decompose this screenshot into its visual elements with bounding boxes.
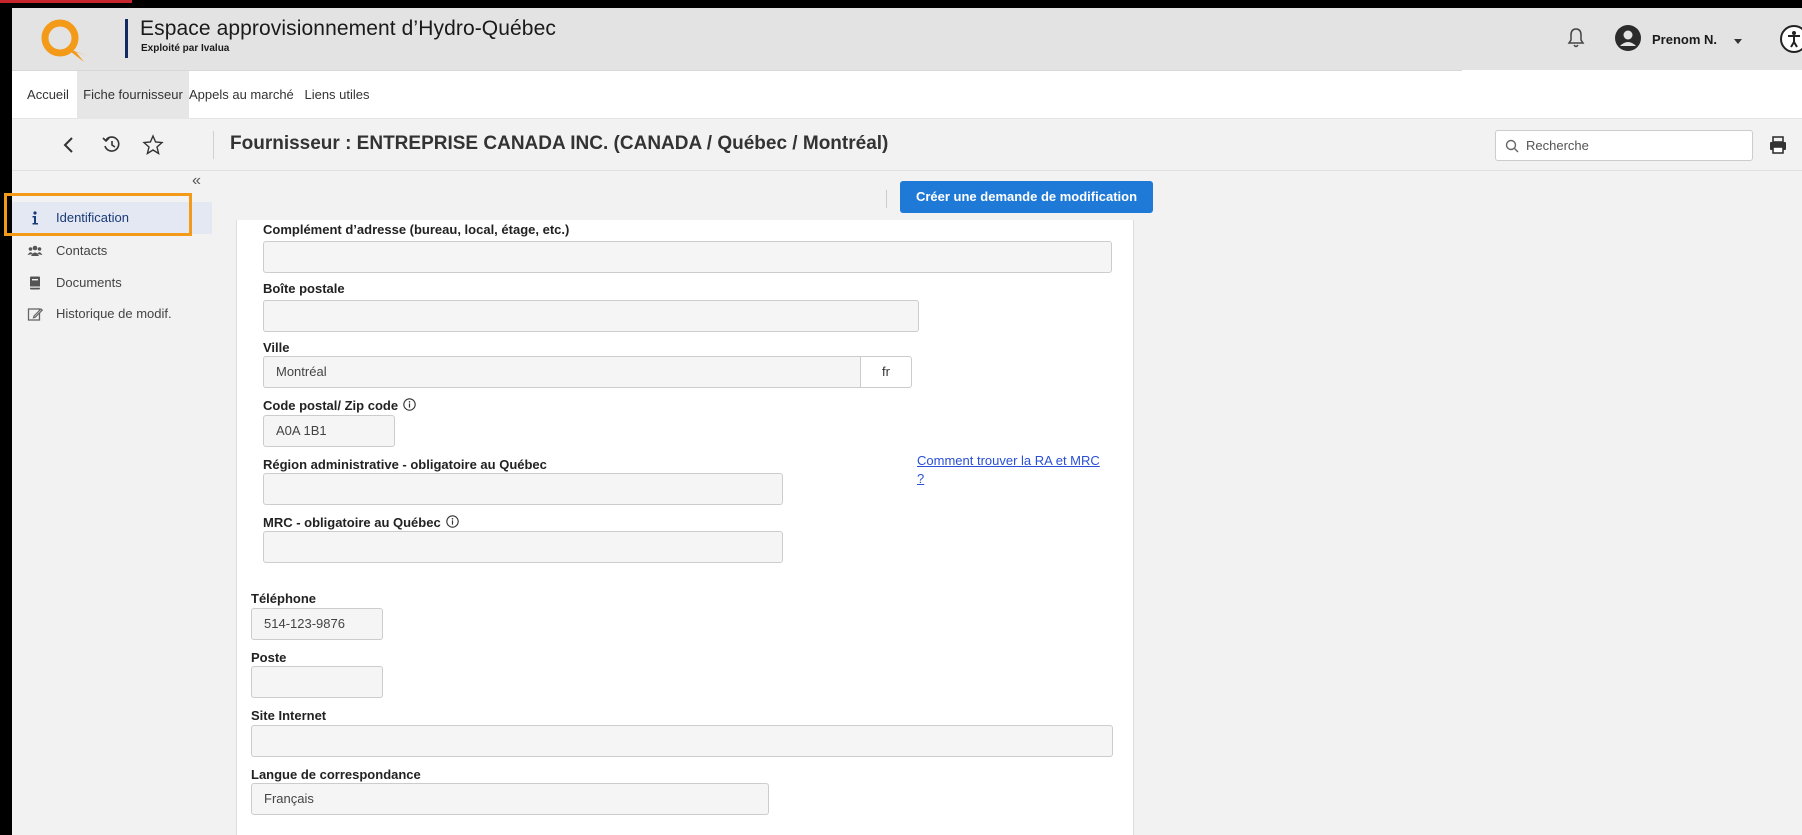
region-label: Région administrative - obligatoire au Q… — [263, 457, 547, 472]
back-icon[interactable] — [58, 134, 80, 156]
toolbar-divider — [213, 131, 214, 159]
site-internet-field[interactable] — [251, 725, 1113, 757]
app-subtitle: Exploité par Ivalua — [141, 43, 230, 54]
tab-fiche-fournisseur[interactable]: Fiche fournisseur — [77, 71, 189, 119]
edit-icon — [27, 308, 43, 321]
collapse-sidebar-icon[interactable]: « — [192, 172, 201, 190]
mrc-label: MRC - obligatoire au Québec — [263, 515, 459, 530]
ra-mrc-help-link[interactable]: Comment trouver la RA et MRC ? — [917, 452, 1107, 488]
print-icon[interactable] — [1767, 134, 1789, 156]
info-circle-icon[interactable] — [403, 398, 416, 411]
tab-accueil[interactable]: Accueil — [19, 71, 77, 119]
poste-field[interactable] — [251, 666, 383, 698]
boite-postale-field[interactable] — [263, 300, 919, 332]
window-accent — [0, 0, 132, 3]
tab-appels-au-marche[interactable]: Appels au marché — [189, 71, 294, 119]
accessibility-icon[interactable] — [1780, 25, 1802, 53]
tab-liens-utiles[interactable]: Liens utiles — [297, 71, 377, 119]
search-box[interactable] — [1495, 130, 1753, 161]
region-field[interactable] — [263, 473, 783, 505]
bell-icon[interactable] — [1567, 27, 1585, 49]
complement-label: Complément d’adresse (bureau, local, éta… — [263, 222, 570, 237]
search-input[interactable] — [1526, 131, 1746, 160]
info-circle-icon[interactable] — [445, 515, 459, 528]
sidebar-item-contacts[interactable]: Contacts — [12, 235, 212, 267]
page-title: Fournisseur : ENTREPRISE CANADA INC. (CA… — [230, 133, 889, 154]
chevron-down-icon[interactable] — [1734, 39, 1742, 44]
star-icon[interactable] — [142, 134, 164, 156]
q-logo[interactable] — [36, 16, 92, 68]
poste-label: Poste — [251, 650, 287, 665]
ville-field[interactable]: Montréal — [263, 356, 861, 388]
langue-field[interactable]: Français — [251, 783, 769, 815]
highlight-box — [4, 193, 192, 236]
sidebar-item-label: Contacts — [56, 243, 108, 258]
main-nav: Accueil Fiche fournisseur Appels au marc… — [12, 71, 1802, 119]
sidebar-item-label: Historique de modif. — [56, 306, 172, 321]
boite-postale-label: Boîte postale — [263, 281, 345, 296]
users-icon — [27, 245, 43, 256]
code-postal-label: Code postal/ Zip code — [263, 398, 416, 413]
site-internet-label: Site Internet — [251, 708, 327, 723]
telephone-label: Téléphone — [251, 591, 317, 606]
ville-label: Ville — [263, 340, 290, 355]
page-toolbar: Fournisseur : ENTREPRISE CANADA INC. (CA… — [12, 119, 1802, 171]
action-divider — [886, 190, 887, 208]
sidebar-item-documents[interactable]: Documents — [12, 267, 212, 299]
book-icon — [30, 276, 40, 290]
langue-label: Langue de correspondance — [251, 767, 421, 782]
mrc-field[interactable] — [263, 531, 783, 563]
code-postal-label-text: Code postal/ Zip code — [263, 398, 399, 413]
sidebar: « Identification Contacts Documents Hist… — [12, 171, 212, 835]
mrc-label-text: MRC - obligatoire au Québec — [263, 515, 441, 530]
brand-divider — [125, 19, 128, 58]
search-icon — [1505, 139, 1519, 153]
telephone-field[interactable]: 514-123-9876 — [251, 608, 383, 640]
code-postal-field[interactable]: A0A 1B1 — [263, 415, 395, 447]
sidebar-item-historique[interactable]: Historique de modif. — [12, 298, 212, 330]
app-header: Espace approvisionnement d’Hydro-Québec … — [12, 8, 1802, 70]
user-name[interactable]: Prenom N. — [1652, 32, 1717, 47]
history-icon[interactable] — [101, 134, 123, 156]
app-title: Espace approvisionnement d’Hydro-Québec — [140, 17, 556, 40]
create-change-request-button[interactable]: Créer une demande de modification — [900, 181, 1153, 213]
ville-language-button[interactable]: fr — [860, 356, 912, 388]
sidebar-item-label: Documents — [56, 275, 122, 290]
user-avatar-icon[interactable] — [1615, 25, 1641, 51]
complement-field[interactable] — [263, 241, 1112, 273]
